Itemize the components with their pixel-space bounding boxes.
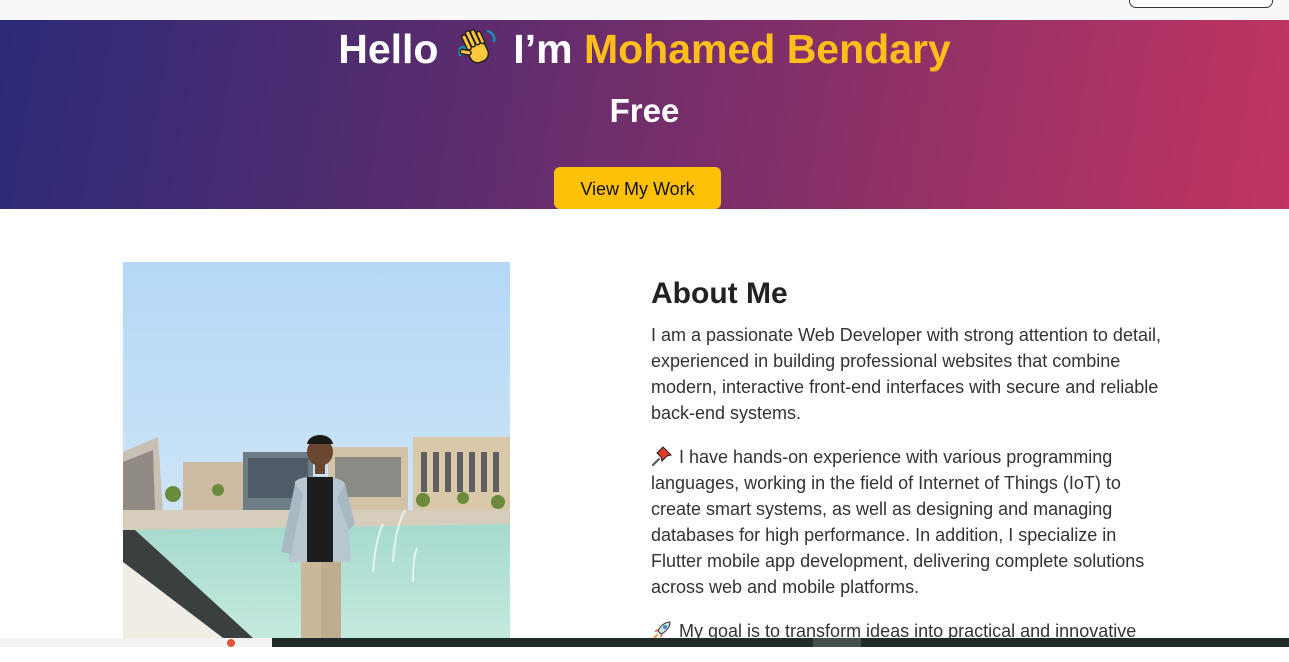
hero-name: Mohamed Bendary (583, 26, 951, 72)
about-paragraph-2-text: I have hands-on experience with various … (651, 447, 1145, 597)
about-title: About Me (651, 277, 788, 310)
taskbar-app-icon[interactable] (227, 639, 235, 647)
hero-section: Hello I’m Mohamed Bendary Free View My W… (0, 20, 1289, 209)
top-navbar (0, 0, 1289, 20)
view-my-work-button[interactable]: View My Work (554, 167, 721, 209)
hero-intro: I’m (513, 26, 573, 72)
about-section: About Me I am a passionate Web Developer… (651, 276, 1171, 662)
about-paragraph-1: I am a passionate Web Developer with str… (651, 325, 1161, 423)
navbar-button[interactable] (1129, 0, 1273, 8)
about-paragraph-2: I have hands-on experience with various … (651, 444, 1171, 600)
hero-greeting: Hello (338, 26, 439, 72)
taskbar-active-app[interactable] (813, 638, 861, 647)
hero-subtitle: Free (609, 92, 680, 129)
os-taskbar (0, 638, 1289, 647)
hero-heading: Hello I’m Mohamed Bendary (0, 24, 1289, 74)
profile-photo (123, 262, 510, 638)
waving-hand-icon (458, 29, 496, 64)
pushpin-icon (652, 446, 672, 466)
